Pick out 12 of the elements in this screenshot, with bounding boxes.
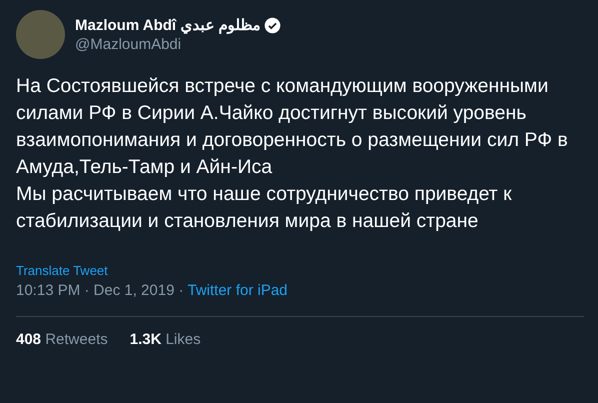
stat-count[interactable]: 408: [16, 331, 42, 348]
stat-label[interactable]: Likes: [166, 331, 201, 348]
author-handle[interactable]: @MazloumAbdi: [75, 36, 282, 53]
tweet-text: На Состоявшейся встрече с командующим вооруженными силами РФ в Сирии А.Чайко достигнут высокий уровень взаимопонимания и договоренность о размещении сил РФ в Амуда,Тель-Тамр и Айн-Иса: [16, 74, 569, 180]
tweet-timestamp: 10:13 PM · Dec 1, 2019 · Twitter for iPad: [16, 282, 289, 299]
translate-link[interactable]: Translate Tweet: [16, 263, 108, 278]
author-name[interactable]: Mazloum Abdî مظلوم عبدي: [75, 16, 260, 34]
tweet-text: Мы расчитываем что наше сотрудничество приведет к стабилизации и становления мира в нашей стране: [16, 182, 513, 234]
stat-count[interactable]: 1.3K: [130, 331, 162, 348]
avatar-photo[interactable]: [16, 10, 65, 59]
stat-label[interactable]: Retweets: [45, 331, 108, 348]
source-link[interactable]: Twitter for iPad: [187, 282, 288, 299]
